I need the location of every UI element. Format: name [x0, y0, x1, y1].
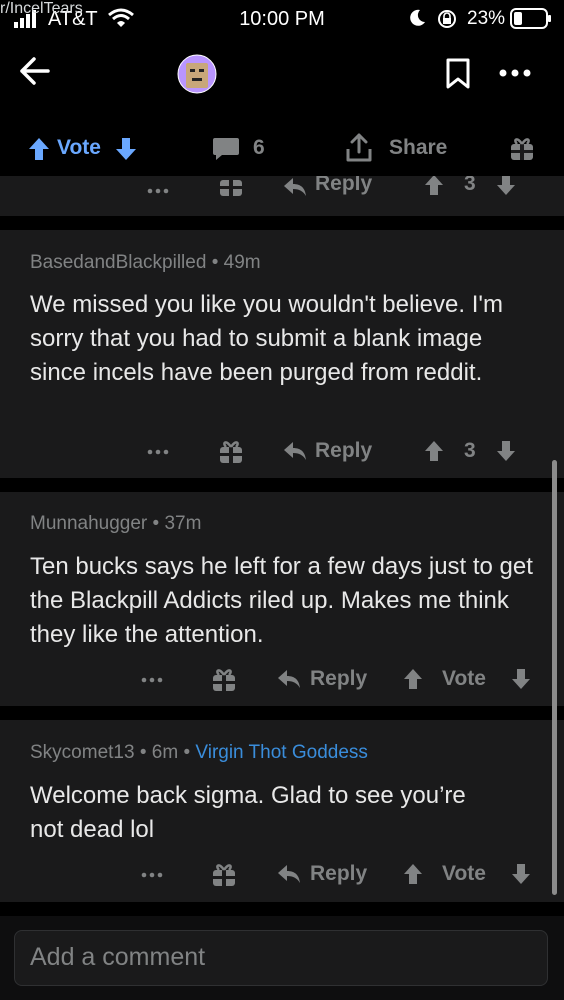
comment-body: Welcome back sigma. Glad to see you’re n… [30, 782, 466, 843]
subreddit-avatar-icon[interactable] [177, 54, 217, 94]
meta-dot: • [211, 252, 224, 273]
comment-body: Ten bucks says he left for a few days ju… [30, 553, 533, 648]
more-icon[interactable] [141, 677, 163, 683]
scrollbar[interactable] [552, 460, 557, 895]
reply-icon[interactable] [282, 176, 308, 198]
comment-body: We missed you like you wouldn't believe.… [30, 291, 503, 386]
bookmark-icon[interactable] [445, 58, 471, 90]
upvote-icon[interactable] [403, 863, 423, 885]
meta-dot: • [139, 742, 152, 763]
status-bar: AT&T 10:00 PM 23% [0, 0, 564, 36]
downvote-icon[interactable] [496, 176, 516, 196]
partial-comment-row: Reply 3 [0, 176, 564, 216]
comment-author[interactable]: BasedandBlackpilled [30, 252, 206, 273]
downvote-icon[interactable] [511, 863, 531, 885]
reply-icon[interactable] [282, 440, 308, 462]
reply-label[interactable]: Reply [310, 862, 367, 886]
upvote-icon[interactable] [424, 440, 444, 462]
battery-icon [510, 8, 551, 29]
nav-bar [0, 36, 564, 112]
more-icon[interactable] [147, 449, 169, 455]
comment-meta: BasedandBlackpilled • 49m [30, 252, 261, 274]
reply-icon[interactable] [276, 668, 302, 690]
vote-label: Vote [442, 667, 486, 690]
back-arrow-icon[interactable] [18, 55, 52, 87]
lock-rotation-icon [438, 10, 456, 28]
share-label[interactable]: Share [389, 136, 447, 160]
vote-label: Vote [442, 862, 486, 885]
award-icon[interactable] [211, 860, 237, 888]
award-icon[interactable] [218, 437, 244, 465]
meta-dot: • [152, 513, 165, 534]
score: 3 [464, 439, 476, 462]
comment-author[interactable]: Skycomet13 [30, 742, 135, 763]
user-flair: Virgin Thot Goddess [195, 742, 368, 763]
comment-icon[interactable] [212, 136, 240, 162]
comment-meta: Skycomet13 • 6m • Virgin Thot Goddess [30, 742, 368, 764]
battery-percent: 23% [467, 8, 506, 29]
share-icon[interactable] [345, 133, 373, 163]
more-icon[interactable] [147, 188, 169, 194]
comment-input-placeholder: Add a comment [30, 943, 206, 971]
reply-label[interactable]: Reply [315, 439, 372, 463]
downvote-icon[interactable] [115, 137, 137, 161]
more-icon[interactable] [499, 68, 531, 78]
comment-age: 6m [151, 742, 179, 763]
score: 3 [464, 176, 476, 195]
comment-age: 37m [164, 513, 202, 534]
downvote-icon[interactable] [496, 440, 516, 462]
award-icon[interactable] [211, 665, 237, 693]
downvote-icon[interactable] [511, 668, 531, 690]
comment-author[interactable]: Munnahugger [30, 513, 147, 534]
comment-meta: Munnahugger • 37m [30, 513, 201, 535]
comment-age: 49m [223, 252, 261, 273]
comment-count: 6 [253, 136, 265, 159]
upvote-icon[interactable] [424, 176, 444, 196]
reply-icon[interactable] [276, 863, 302, 885]
reply-label[interactable]: Reply [315, 176, 372, 196]
upvote-icon[interactable] [403, 668, 423, 690]
moon-icon [410, 9, 425, 26]
vote-label: Vote [57, 136, 101, 159]
reply-label[interactable]: Reply [310, 667, 367, 691]
award-icon[interactable] [509, 134, 535, 162]
upvote-icon[interactable] [28, 137, 50, 161]
subreddit-title[interactable]: r/IncelTears [0, 0, 83, 18]
more-icon[interactable] [141, 872, 163, 878]
meta-dot: • [183, 742, 196, 763]
award-icon[interactable] [218, 176, 244, 198]
